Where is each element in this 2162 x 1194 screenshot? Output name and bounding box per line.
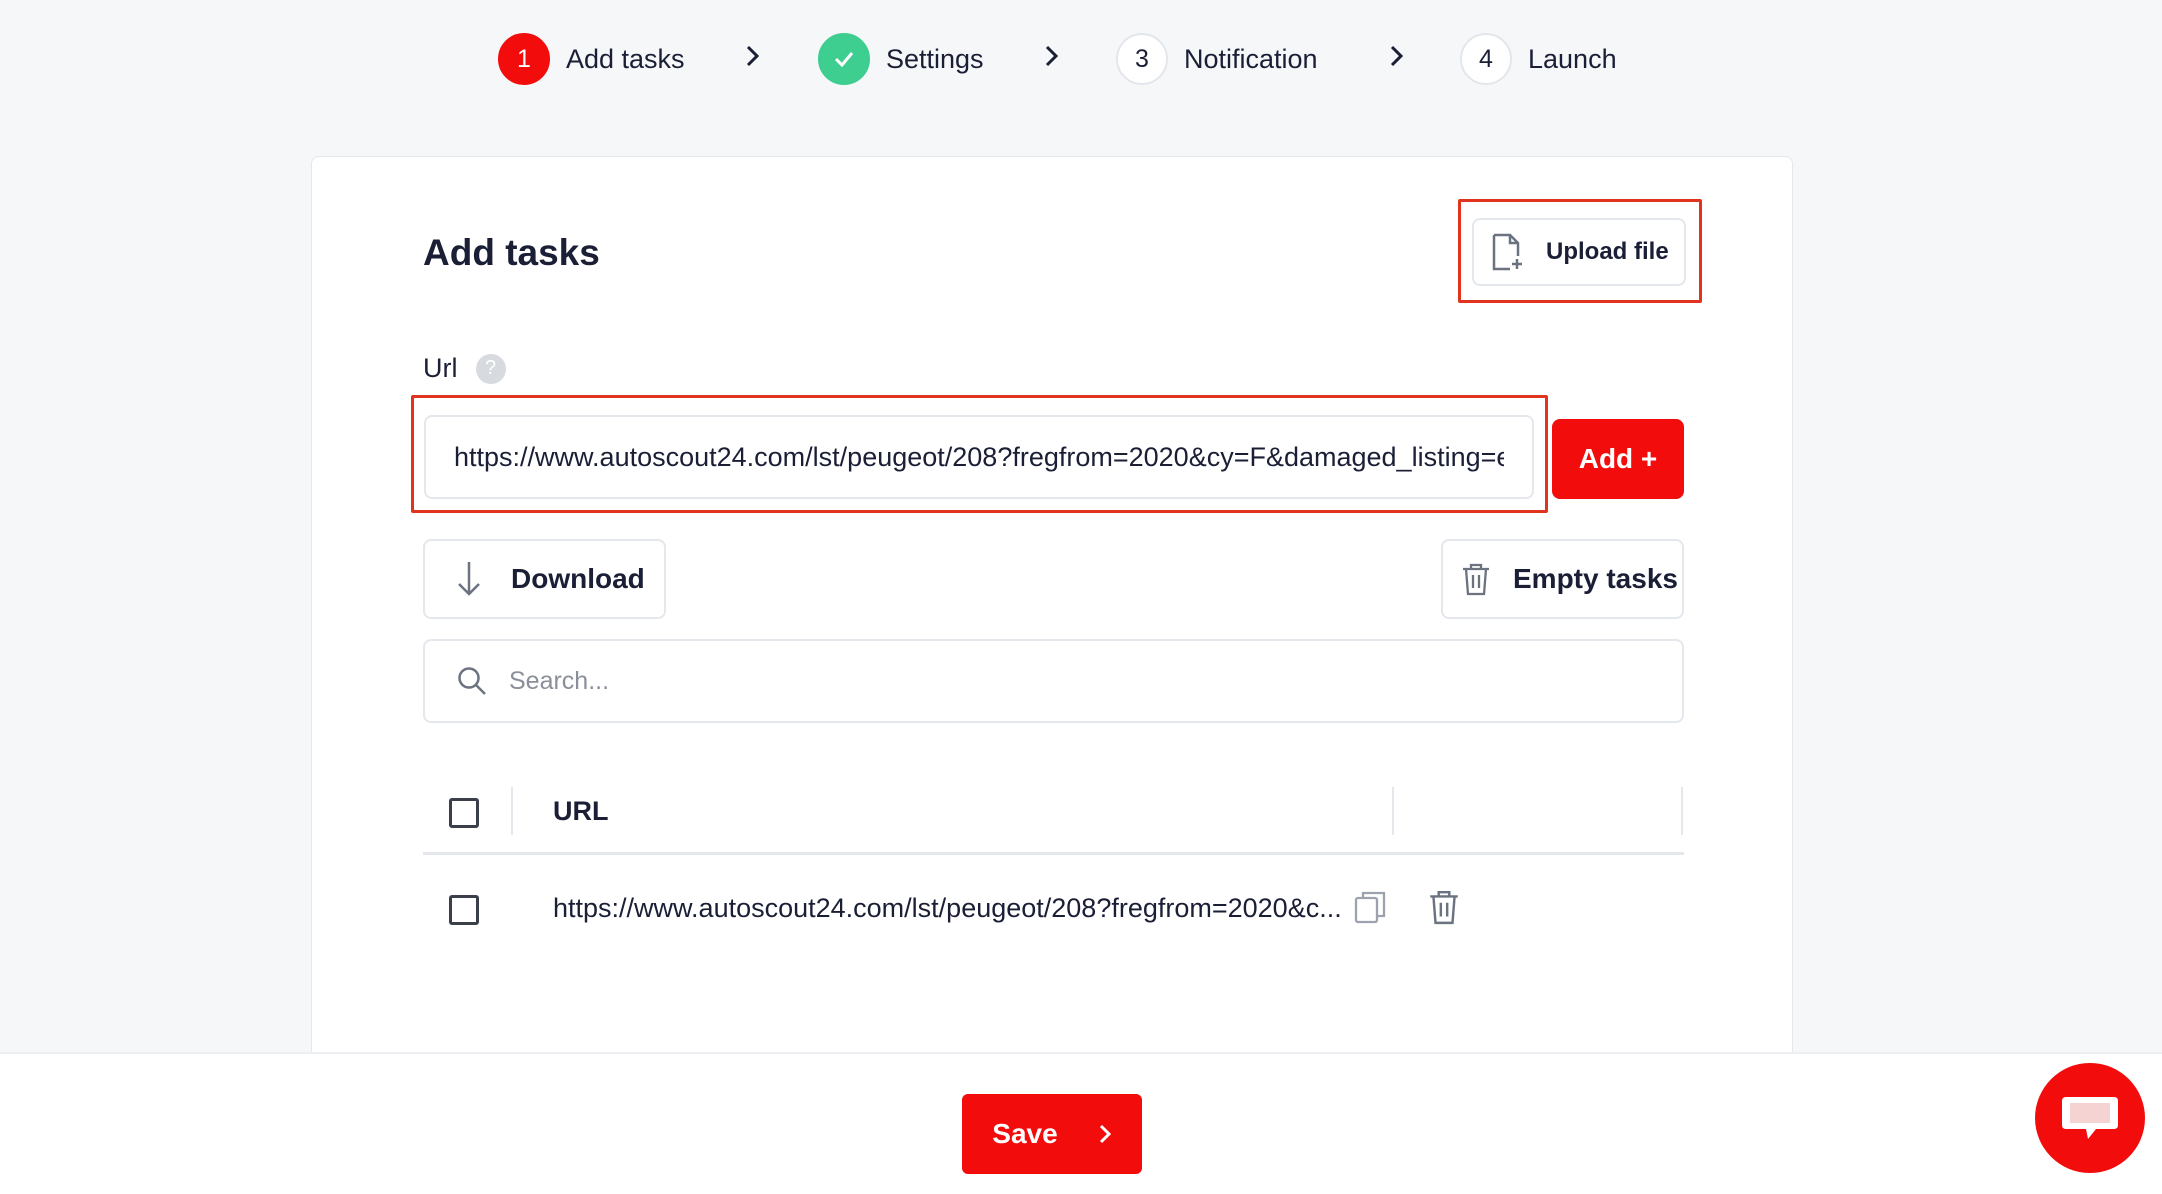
- chevron-right-icon: [746, 45, 760, 67]
- step-number-3: 3: [1116, 33, 1168, 85]
- row-url[interactable]: https://www.autoscout24.com/lst/peugeot/…: [553, 893, 1342, 924]
- chat-bubble-icon: [2062, 1097, 2118, 1139]
- column-divider: [1681, 787, 1683, 835]
- step-notification[interactable]: 3 Notification: [1116, 32, 1318, 86]
- step-number-1: 1: [498, 33, 550, 85]
- step-label-settings: Settings: [886, 43, 984, 74]
- trash-icon: [1463, 563, 1489, 596]
- chevron-right-icon: [1390, 45, 1404, 67]
- chat-button[interactable]: [2035, 1063, 2145, 1173]
- add-button[interactable]: Add +: [1552, 419, 1684, 499]
- search-box: [423, 639, 1684, 723]
- arrow-down-icon: [458, 562, 480, 596]
- table-row: https://www.autoscout24.com/lst/peugeot/…: [423, 855, 1684, 965]
- step-label-add-tasks: Add tasks: [566, 43, 685, 74]
- file-add-icon: [1492, 233, 1522, 271]
- download-label: Download: [511, 563, 645, 594]
- help-icon[interactable]: ?: [475, 353, 506, 384]
- column-divider: [511, 787, 513, 835]
- step-launch[interactable]: 4 Launch: [1460, 32, 1617, 86]
- page: 1 Add tasks Settings 3 Notification 4 La…: [0, 0, 2162, 1194]
- url-field-label: Url ?: [423, 353, 506, 384]
- url-input[interactable]: [424, 415, 1534, 499]
- check-icon: [818, 33, 870, 85]
- download-button[interactable]: Download: [423, 539, 666, 619]
- chevron-right-icon: [1045, 45, 1059, 67]
- table-header: URL: [423, 771, 1684, 855]
- column-header-url: URL: [553, 796, 609, 826]
- upload-file-label: Upload file: [1546, 238, 1669, 265]
- search-icon: [458, 667, 486, 695]
- upload-file-button[interactable]: Upload file: [1472, 218, 1686, 286]
- trash-icon[interactable]: [1427, 889, 1461, 925]
- copy-icon[interactable]: [1353, 889, 1387, 925]
- chevron-right-icon: [1099, 1124, 1111, 1144]
- save-button[interactable]: Save: [962, 1094, 1142, 1174]
- select-all-checkbox[interactable]: [449, 798, 479, 828]
- save-label: Save: [992, 1118, 1058, 1149]
- step-label-notification: Notification: [1184, 43, 1318, 74]
- add-tasks-card: Add tasks Upload file Url ? Add + Downlo…: [311, 156, 1793, 1194]
- card-title: Add tasks: [423, 232, 600, 273]
- empty-tasks-label: Empty tasks: [1513, 563, 1678, 594]
- search-input[interactable]: [509, 666, 1609, 696]
- step-number-4: 4: [1460, 33, 1512, 85]
- footer-bar: Save: [0, 1052, 2162, 1194]
- step-add-tasks[interactable]: 1 Add tasks: [498, 32, 685, 86]
- row-checkbox[interactable]: [449, 895, 479, 925]
- step-settings[interactable]: Settings: [818, 32, 984, 86]
- empty-tasks-button[interactable]: Empty tasks: [1441, 539, 1684, 619]
- step-label-launch: Launch: [1528, 43, 1617, 74]
- url-label-text: Url: [423, 353, 458, 383]
- column-divider: [1392, 787, 1394, 835]
- stepper: 1 Add tasks Settings 3 Notification 4 La…: [0, 0, 2162, 120]
